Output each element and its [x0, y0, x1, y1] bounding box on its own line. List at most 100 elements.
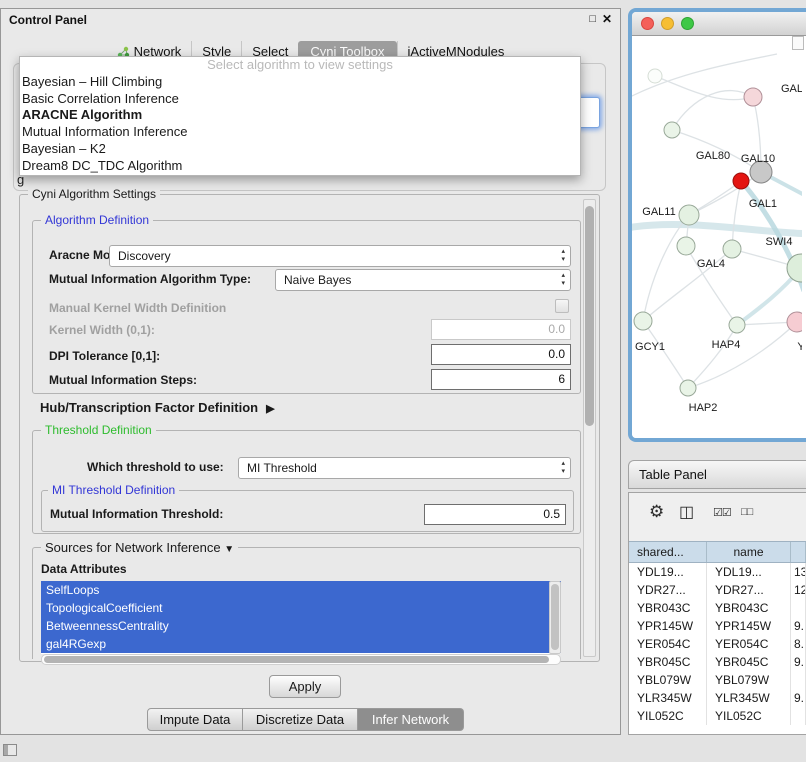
algorithm-definition-group: Algorithm Definition Aracne Mode: Discov… [32, 220, 581, 394]
deselect-all-rows-icon[interactable]: □□ [741, 506, 752, 518]
tab-infer-network[interactable]: Infer Network [358, 708, 464, 731]
hscrollbar-thumb[interactable] [44, 656, 549, 663]
manual-kernel-label: Manual Kernel Width Definition [49, 301, 226, 315]
select-all-rows-icon[interactable]: ☑☑ [713, 506, 731, 519]
mi-type-value: Naive Bayes [284, 273, 351, 287]
network-node[interactable] [787, 312, 802, 332]
network-node[interactable] [664, 122, 680, 138]
scrollbar-thumb[interactable] [551, 584, 559, 650]
network-node[interactable] [733, 173, 749, 189]
attributes-hscrollbar[interactable] [41, 654, 561, 665]
network-node[interactable] [634, 312, 652, 330]
control-panel-titlebar[interactable]: Control Panel □ ✕ [1, 9, 620, 31]
algorithm-option[interactable]: Mutual Information Inference [20, 124, 580, 141]
close-traffic-light-icon[interactable] [641, 17, 654, 30]
attribute-list-item[interactable]: BetweennessCentrality [41, 617, 561, 635]
network-node-label: GAL4 [697, 258, 725, 270]
which-threshold-select[interactable]: MI Threshold ▴▾ [238, 457, 571, 479]
algorithm-option[interactable]: Bayesian – K2 [20, 141, 580, 158]
close-window-icon[interactable]: ✕ [602, 12, 612, 26]
mi-steps-input[interactable]: 6 [431, 369, 571, 390]
table-row[interactable]: YDL19...YDL19...13 [629, 563, 806, 581]
network-node-label: GAL80 [696, 150, 730, 162]
hub-section-toggle[interactable]: Hub/Transcription Factor Definition▶ [40, 400, 275, 415]
minimize-traffic-light-icon[interactable] [661, 17, 674, 30]
network-node-label: Y [797, 341, 802, 353]
control-panel-window: Control Panel □ ✕ Network Style Select C… [0, 8, 621, 735]
table-row[interactable]: YIL052CYIL052C [629, 707, 806, 725]
table-panel-title: Table Panel [639, 467, 707, 482]
mi-threshold-input[interactable]: 0.5 [424, 504, 566, 525]
kernel-width-label: Kernel Width (0,1): [49, 323, 155, 337]
table-row[interactable]: YBR045CYBR045C9. [629, 653, 806, 671]
network-node[interactable] [677, 237, 695, 255]
dpi-tolerance-input[interactable]: 0.0 [431, 344, 571, 365]
column-header-name[interactable]: name [707, 542, 791, 562]
sources-toggle[interactable]: Sources for Network Inference ▼ [41, 540, 238, 555]
network-node[interactable] [680, 380, 696, 396]
zoom-traffic-light-icon[interactable] [681, 17, 694, 30]
which-threshold-label: Which threshold to use: [87, 460, 224, 474]
network-svg: GALGAL80GAL10GAL11GAL1SWI4GAL4GCY1HAP4YH… [632, 36, 802, 438]
network-node-label: HAP2 [689, 402, 718, 414]
attribute-list-item[interactable]: gal4RGexp [41, 635, 561, 653]
settings-scrollbar[interactable] [583, 199, 596, 657]
tab-impute-data[interactable]: Impute Data [147, 708, 243, 731]
column-header-partial[interactable] [791, 542, 806, 562]
sources-group: Sources for Network Inference ▼ Data Att… [32, 547, 581, 659]
table-cell: YDR27... [707, 581, 791, 599]
network-node[interactable] [648, 69, 662, 83]
table-row[interactable]: YPR145WYPR145W9. [629, 617, 806, 635]
network-edges [632, 54, 802, 388]
arrow-up-glyph: ▴ [561, 248, 565, 256]
columns-icon[interactable]: ◫ [679, 502, 694, 522]
float-window-icon[interactable]: □ [589, 13, 596, 25]
table-cell: YLR345W [707, 689, 791, 707]
table-panel-titlebar[interactable]: Table Panel [628, 460, 806, 489]
tab-discretize-data[interactable]: Discretize Data [243, 708, 358, 731]
aracne-mode-select[interactable]: Discovery ▴▾ [109, 245, 571, 267]
table-row[interactable]: YBL079WYBL079W [629, 671, 806, 689]
network-node[interactable] [679, 205, 699, 225]
algorithm-option[interactable]: ARACNE Algorithm [20, 107, 580, 124]
table-cell [791, 671, 806, 689]
network-node-label: GAL11 [642, 206, 675, 218]
table-row[interactable]: YDR27...YDR27...12 [629, 581, 806, 599]
table-cell: 9. [791, 689, 806, 707]
network-canvas[interactable]: GALGAL80GAL10GAL11GAL1SWI4GAL4GCY1HAP4YH… [632, 36, 806, 438]
network-node[interactable] [729, 317, 745, 333]
column-header-shared-name[interactable]: shared... [629, 542, 707, 562]
algorithm-option[interactable]: Dream8 DC_TDC Algorithm [20, 158, 580, 175]
attribute-list-item[interactable]: SelfLoops [41, 581, 561, 599]
table-row[interactable]: YLR345WYLR345W9. [629, 689, 806, 707]
table-settings-gear-icon[interactable]: ⚙ [649, 502, 664, 522]
table-cell: YBR043C [707, 599, 791, 617]
apply-button[interactable]: Apply [269, 675, 341, 698]
algorithm-option[interactable]: Bayesian – Hill Climbing [20, 74, 580, 91]
attributes-list-scrollbar[interactable] [549, 581, 561, 654]
mi-type-select[interactable]: Naive Bayes ▴▾ [275, 269, 571, 291]
table-row[interactable]: YBR043CYBR043C [629, 599, 806, 617]
network-node[interactable] [744, 88, 762, 106]
network-node[interactable] [723, 240, 741, 258]
algorithm-popup: Select algorithm to view settingsBayesia… [19, 56, 581, 176]
arrow-up-glyph: ▴ [561, 272, 565, 280]
attribute-list-item[interactable]: TopologicalCoefficient [41, 599, 561, 617]
manual-kernel-checkbox[interactable] [555, 299, 569, 313]
panel-dock-icon[interactable] [3, 744, 17, 756]
algorithm-option[interactable]: Basic Correlation Inference [20, 91, 580, 108]
network-node-label: HAP4 [712, 339, 741, 351]
scrollbar-thumb[interactable] [585, 206, 594, 426]
network-window-titlebar[interactable] [632, 12, 806, 36]
popup-placeholder: Select algorithm to view settings [20, 57, 580, 74]
table-body: YDL19...YDL19...13YDR27...YDR27...12YBR0… [629, 563, 806, 734]
table-cell: YBR045C [707, 653, 791, 671]
kernel-width-input[interactable]: 0.0 [431, 319, 571, 340]
table-row[interactable]: YER054CYER054C8. [629, 635, 806, 653]
table-cell: YLR345W [629, 689, 707, 707]
table-cell: YBL079W [629, 671, 707, 689]
mi-type-label: Mutual Information Algorithm Type: [49, 272, 251, 286]
data-attributes-label: Data Attributes [41, 562, 127, 576]
group-title: Cyni Algorithm Settings [28, 187, 160, 201]
table-cell: YPR145W [707, 617, 791, 635]
